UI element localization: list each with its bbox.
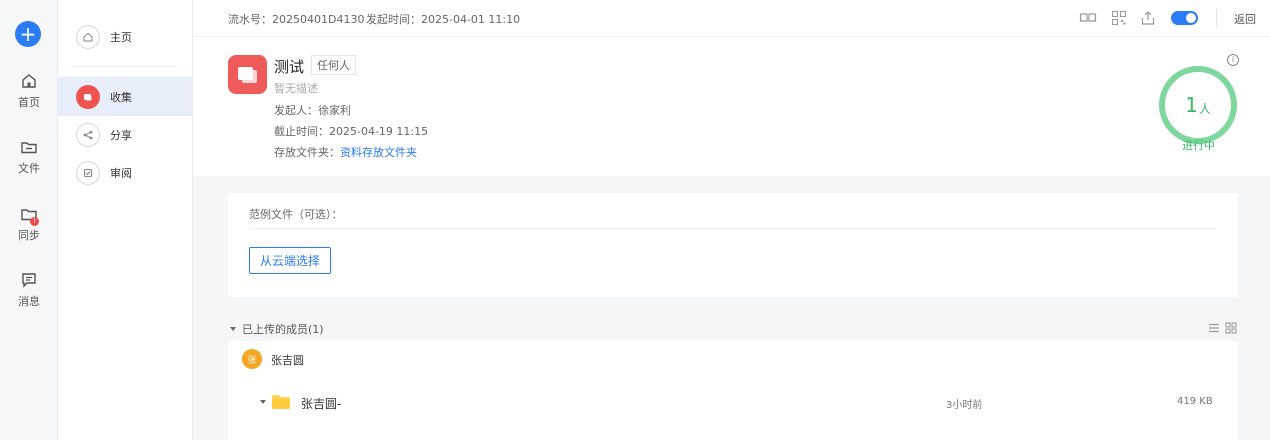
rail-item-files[interactable]: 文件 (0, 138, 58, 176)
enable-toggle[interactable] (1171, 11, 1198, 25)
audience-tag: 任何人 (311, 55, 356, 75)
copy-link-icon[interactable] (1079, 10, 1097, 26)
serial-number: 流水号：20250401D4130 (228, 11, 364, 27)
topbar-divider (1216, 9, 1217, 27)
rail-item-label: 首页 (18, 96, 40, 109)
collect-icon (76, 84, 100, 109)
deadline-value: 2025-04-19 11:15 (329, 125, 429, 138)
add-button[interactable]: + (15, 21, 41, 47)
uploaded-members-label: 已上传的成员(1) (242, 323, 324, 336)
participant-count: 1 (1185, 93, 1198, 117)
list-view-icon[interactable] (1208, 322, 1220, 334)
task-info-panel: 测试 任何人 暂无描述 发起人：徐家利 截止时间：2025-04-19 11:1… (193, 37, 1270, 176)
rail-item-label: 消息 (18, 295, 40, 308)
start-time: 发起时间：2025-04-01 11:10 (366, 11, 520, 27)
serial-value: 20250401D4130 (272, 13, 365, 26)
nav-item-collect[interactable]: 收集 (58, 77, 192, 116)
rail-item-home[interactable]: 首页 (0, 72, 58, 110)
sample-files-card: 范例文件（可选）： 从云端选择 (228, 193, 1238, 297)
export-icon[interactable] (1140, 10, 1156, 26)
uploaded-members-header[interactable]: 已上传的成员(1) (228, 320, 1238, 338)
participant-count-ring: 1人 (1159, 66, 1237, 144)
grid-view-icon[interactable] (1225, 322, 1237, 334)
card-divider (249, 228, 1216, 229)
avatar: 张 (242, 349, 262, 369)
plus-icon: + (19, 22, 37, 46)
nav-label: 审阅 (110, 166, 132, 180)
left-rail: + 首页 文件 ! 同步 消息 (0, 0, 58, 440)
file-name: 张吉圆- (301, 397, 342, 411)
rail-item-sync[interactable]: ! 同步 (0, 205, 58, 243)
nav-item-review[interactable]: 审阅 (58, 153, 192, 192)
serial-label: 流水号： (228, 13, 272, 26)
sample-files-title: 范例文件（可选）： (249, 208, 343, 221)
folder-label: 存放文件夹： (274, 146, 340, 159)
info-icon[interactable]: i (1227, 54, 1239, 66)
folder-link[interactable]: 资料存放文件夹 (340, 146, 417, 159)
nav-item-share[interactable]: 分享 (58, 115, 192, 154)
folder-icon (21, 142, 37, 154)
members-list: 张 张吉圆 张吉圆- 3小时前 419 KB (228, 341, 1238, 440)
folder-row: 存放文件夹：资料存放文件夹 (274, 144, 417, 160)
deadline-label: 截止时间： (274, 125, 329, 138)
file-size: 419 KB (1177, 396, 1213, 407)
chevron-down-icon[interactable] (260, 400, 266, 404)
file-time: 3小时前 (946, 400, 983, 411)
qr-code-icon[interactable] (1111, 10, 1127, 26)
nav-divider (74, 66, 176, 67)
member-name: 张吉圆 (271, 354, 304, 367)
home-icon (76, 24, 100, 49)
task-description: 暂无描述 (274, 82, 318, 95)
secondary-nav: 主页 收集 分享 审阅 (58, 0, 193, 440)
review-icon (76, 160, 100, 185)
home-icon (22, 74, 36, 88)
table-row[interactable]: 张吉圆- 3小时前 419 KB (228, 387, 1238, 417)
rail-item-messages[interactable]: 消息 (0, 271, 58, 309)
chevron-down-icon (230, 327, 236, 331)
message-icon (22, 273, 36, 288)
rail-item-label: 同步 (18, 229, 40, 242)
deadline-row: 截止时间：2025-04-19 11:15 (274, 123, 428, 139)
initiator-row: 发起人：徐家利 (274, 102, 351, 118)
back-button[interactable]: 返回 (1234, 11, 1256, 27)
initiator-value: 徐家利 (318, 104, 351, 117)
share-icon (76, 122, 100, 147)
status-badge: 进行中 (1182, 139, 1215, 152)
rail-item-label: 文件 (18, 162, 40, 175)
start-time-label: 发起时间： (366, 13, 421, 26)
participant-unit: 人 (1198, 101, 1211, 116)
initiator-label: 发起人： (274, 104, 318, 117)
start-time-value: 2025-04-01 11:10 (421, 13, 521, 26)
folder-icon (272, 395, 290, 409)
task-title: 测试 (274, 58, 305, 76)
collect-task-icon (228, 55, 267, 94)
nav-item-home[interactable]: 主页 (58, 17, 192, 56)
nav-label: 主页 (110, 30, 132, 44)
nav-label: 收集 (110, 90, 132, 104)
top-bar: 流水号：20250401D4130 发起时间：2025-04-01 11:10 … (193, 0, 1270, 37)
select-from-cloud-button[interactable]: 从云端选择 (249, 247, 331, 274)
nav-label: 分享 (110, 128, 132, 142)
alert-badge: ! (30, 217, 39, 226)
